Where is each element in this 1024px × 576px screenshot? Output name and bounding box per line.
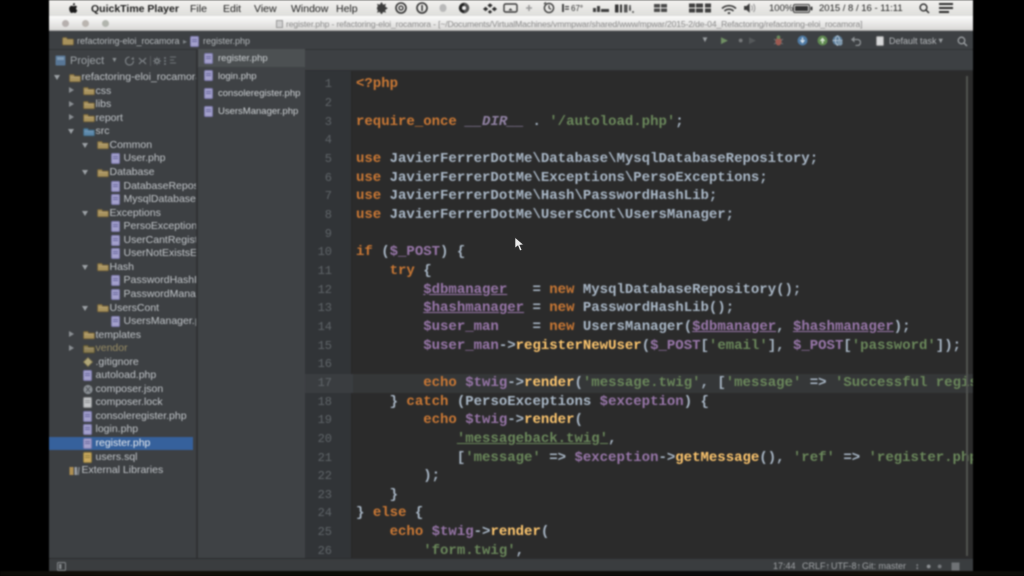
svg-text:67°: 67°	[571, 4, 583, 13]
